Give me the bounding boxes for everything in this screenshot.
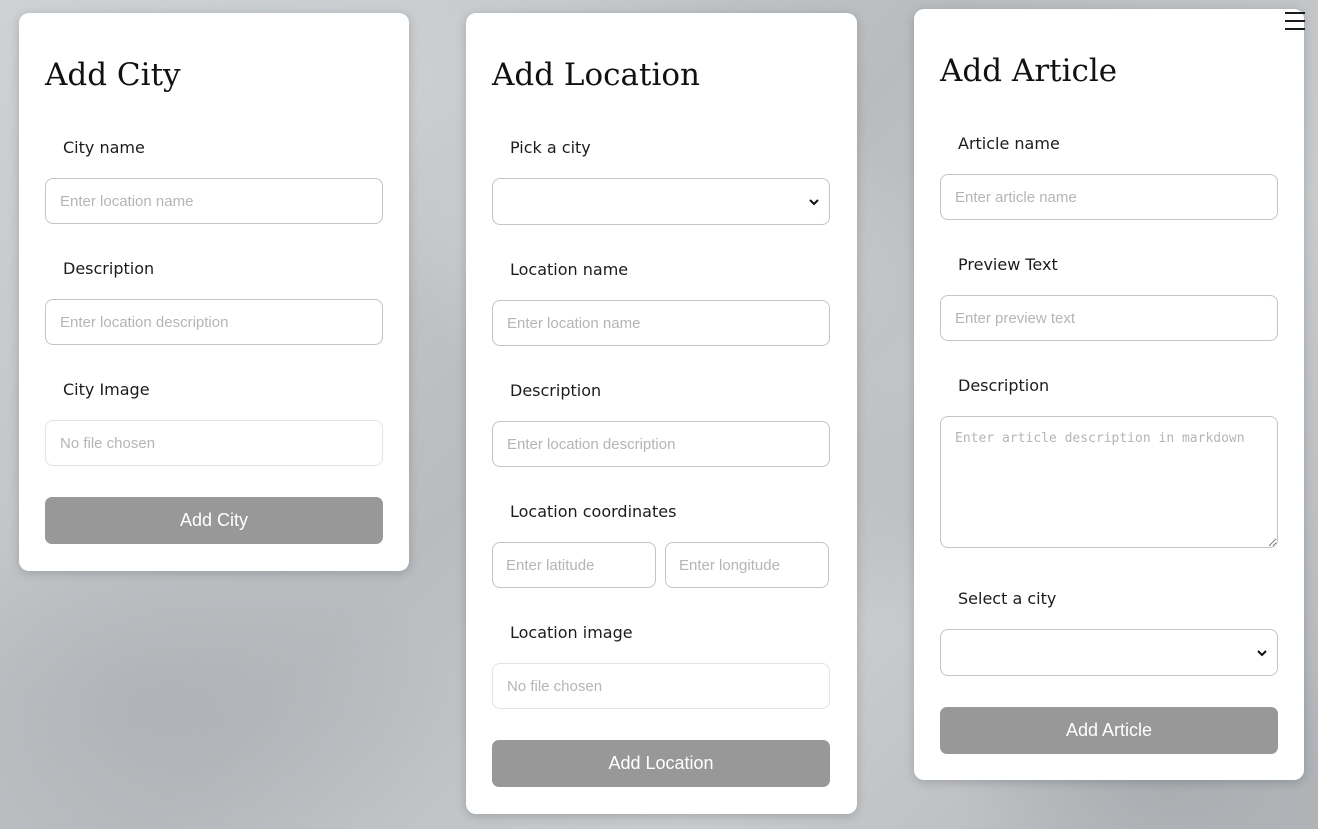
add-city-title: Add City xyxy=(45,57,181,93)
location-coordinates-label: Location coordinates xyxy=(510,502,677,521)
hamburger-menu-icon[interactable] xyxy=(1285,11,1307,31)
article-description-label: Description xyxy=(958,376,1050,395)
location-description-label: Description xyxy=(510,381,602,400)
preview-text-input[interactable] xyxy=(940,295,1278,341)
add-location-button[interactable]: Add Location xyxy=(492,740,830,787)
menu-bar xyxy=(1285,20,1305,22)
location-description-input[interactable] xyxy=(492,421,830,467)
article-name-label: Article name xyxy=(958,134,1060,153)
add-article-title: Add Article xyxy=(940,53,1118,89)
city-image-file-input[interactable]: No file chosen xyxy=(45,420,383,466)
add-city-card: Add City City name Description City Imag… xyxy=(19,13,409,571)
menu-bar xyxy=(1285,12,1305,14)
latitude-input[interactable] xyxy=(492,542,656,588)
add-article-button[interactable]: Add Article xyxy=(940,707,1278,754)
add-city-button[interactable]: Add City xyxy=(45,497,383,544)
chevron-down-icon xyxy=(1257,649,1267,656)
chevron-down-icon xyxy=(809,198,819,205)
location-name-label: Location name xyxy=(510,260,629,279)
location-name-input[interactable] xyxy=(492,300,830,346)
select-city-select[interactable] xyxy=(940,629,1278,676)
add-location-title: Add Location xyxy=(492,57,701,93)
select-city-label: Select a city xyxy=(958,589,1057,608)
city-image-label: City Image xyxy=(63,380,150,399)
location-image-file-input[interactable]: No file chosen xyxy=(492,663,830,709)
city-description-label: Description xyxy=(63,259,155,278)
city-name-input[interactable] xyxy=(45,178,383,224)
add-location-card: Add Location Pick a city Location name D… xyxy=(466,13,857,814)
location-image-label: Location image xyxy=(510,623,633,642)
preview-text-label: Preview Text xyxy=(958,255,1058,274)
add-article-card: Add Article Article name Preview Text De… xyxy=(914,9,1304,780)
menu-bar xyxy=(1285,28,1305,30)
city-image-file-text: No file chosen xyxy=(60,434,156,452)
location-image-file-text: No file chosen xyxy=(507,677,603,695)
article-name-input[interactable] xyxy=(940,174,1278,220)
pick-city-select[interactable] xyxy=(492,178,830,225)
pick-city-label: Pick a city xyxy=(510,138,591,157)
article-description-textarea[interactable] xyxy=(940,416,1278,548)
city-description-input[interactable] xyxy=(45,299,383,345)
city-name-label: City name xyxy=(63,138,145,157)
longitude-input[interactable] xyxy=(665,542,829,588)
